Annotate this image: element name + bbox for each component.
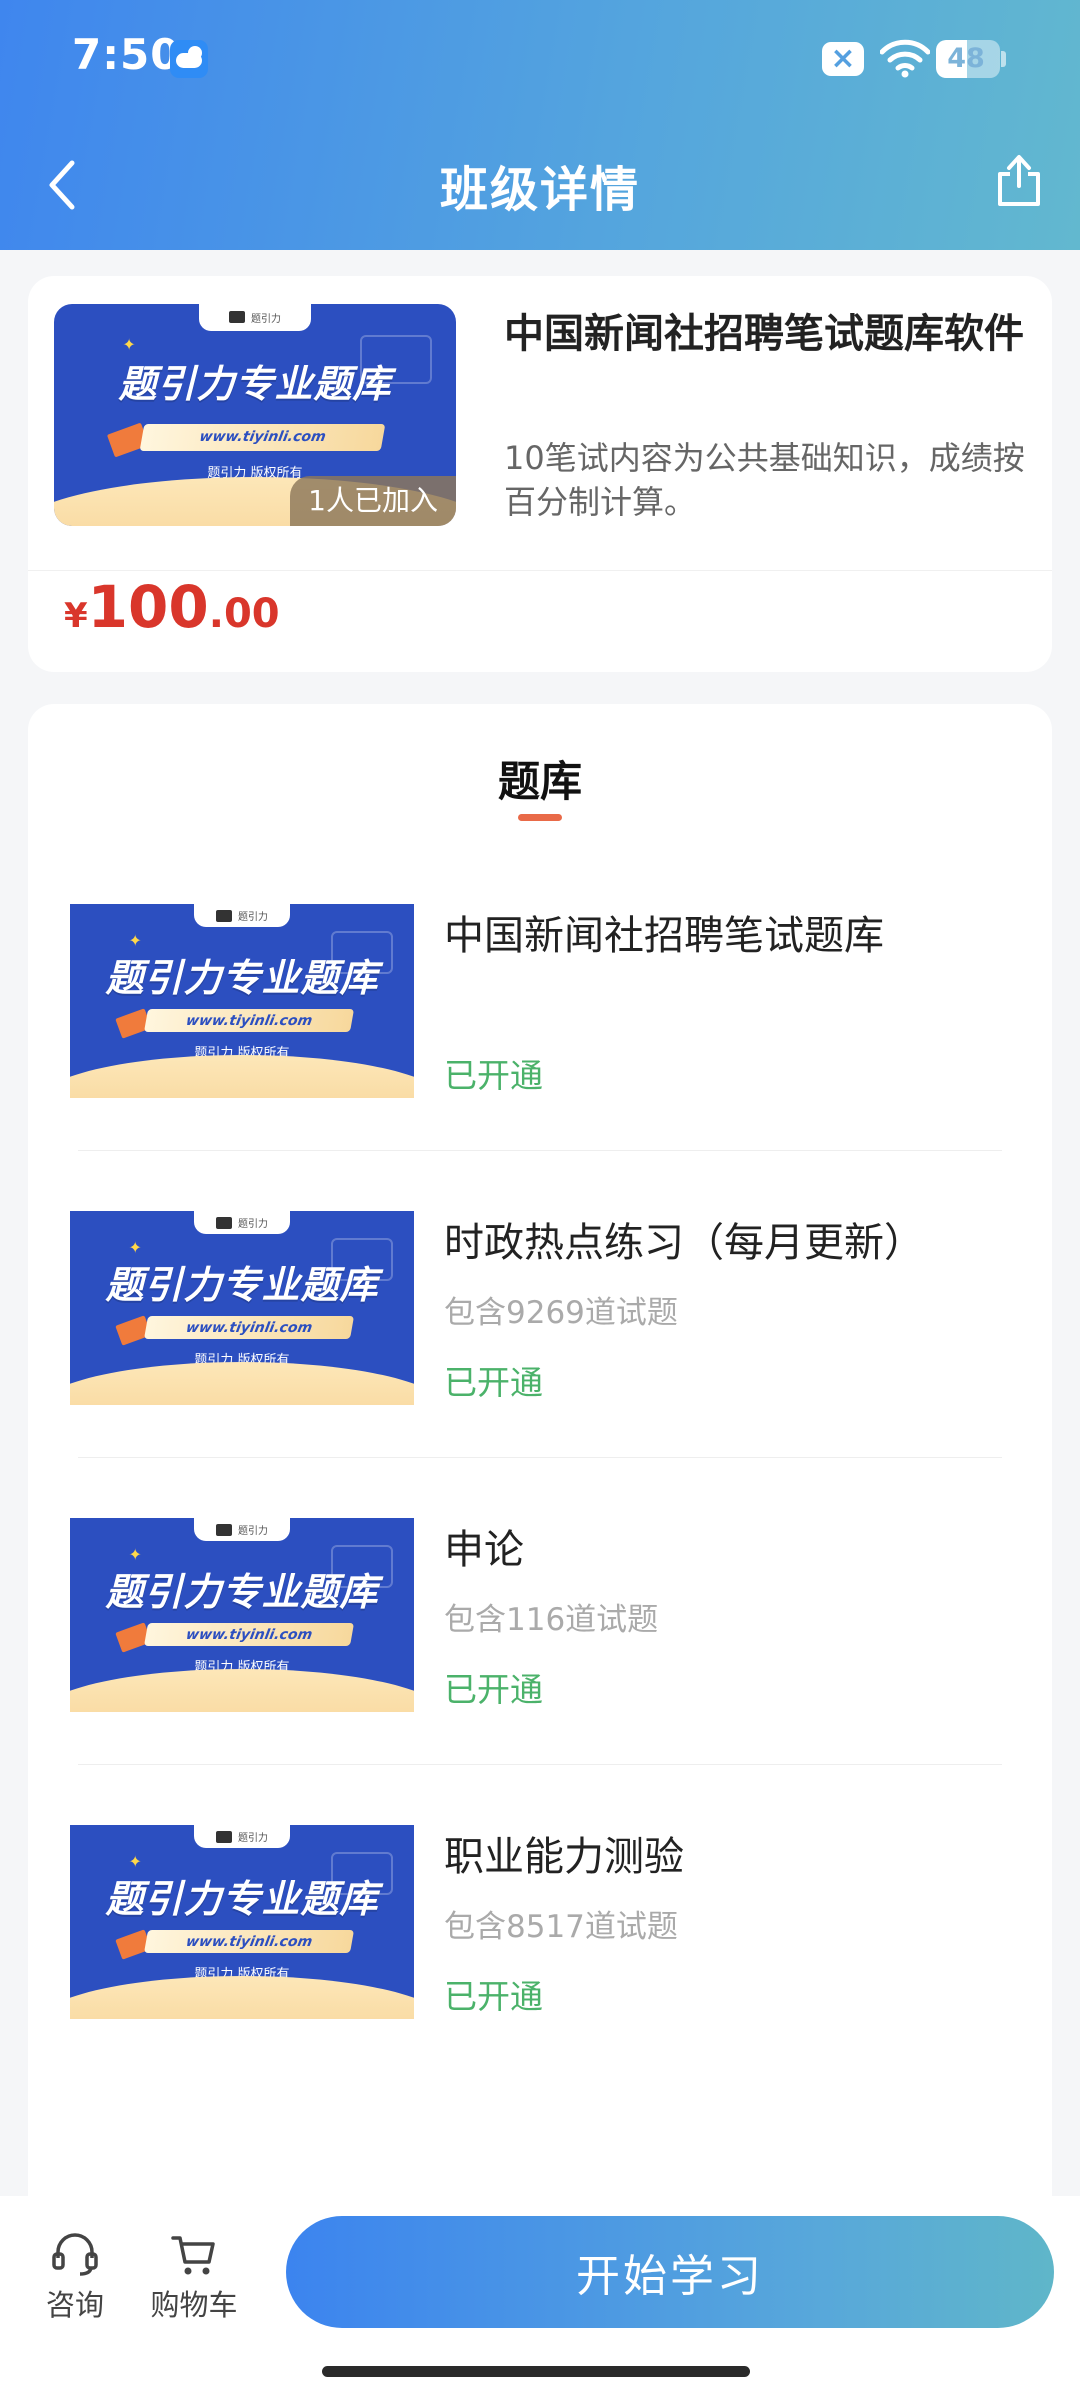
bank-status: 已开通 <box>444 1977 543 2016</box>
bank-name: 申论 <box>444 1527 524 1573</box>
bank-cover-image: 题引力 ✦ 题引力专业题库 www.tiyinli.com 题引力 版权所有 <box>70 904 414 1098</box>
headset-icon <box>52 2233 98 2276</box>
divider <box>78 1764 1002 1765</box>
consult-label: 咨询 <box>45 2288 104 2322</box>
sim-off-icon: × <box>822 42 864 76</box>
thumb-wave <box>70 1055 414 1098</box>
wifi-icon <box>880 39 930 78</box>
course-card: 题引力 ✦ 题引力专业题库 www.tiyinli.com 题引力 版权所有 1… <box>28 276 1052 672</box>
thumbnail-art: 题引力 ✦ 题引力专业题库 www.tiyinli.com 题引力 版权所有 <box>70 1518 414 1712</box>
bank-cover-image: 题引力 ✦ 题引力专业题库 www.tiyinli.com 题引力 版权所有 <box>70 1518 414 1712</box>
course-description: 10笔试内容为公共基础知识，成绩按百分制计算。 <box>504 439 1025 521</box>
weather-icon <box>170 40 208 78</box>
thumb-url: www.tiyinli.com <box>143 1929 355 1954</box>
cart-icon <box>171 2236 215 2275</box>
bank-status: 已开通 <box>444 1056 543 1095</box>
thumb-brand-text: 题引力 <box>237 912 268 924</box>
course-price: ¥100.00 <box>64 578 280 636</box>
brand-logo-icon <box>215 909 232 922</box>
tab-question-bank[interactable]: 题库 <box>28 748 1052 809</box>
joined-count-badge: 1人已加入 <box>290 476 456 526</box>
course-title: 中国新闻社招聘笔试题库软件 <box>504 311 1024 357</box>
thumbnail-art: 题引力 ✦ 题引力专业题库 www.tiyinli.com 题引力 版权所有 <box>70 904 414 1098</box>
thumbnail-art: 题引力 ✦ 题引力专业题库 www.tiyinli.com 题引力 版权所有 <box>70 1825 414 2019</box>
divider <box>78 1150 1002 1151</box>
battery-level: 48 <box>947 43 985 74</box>
tab-active-indicator <box>518 814 562 821</box>
bank-question-count: 包含9269道试题 <box>444 1295 678 1331</box>
header: 7:50 × 48 班级详情 <box>0 0 1080 250</box>
thumb-brand-text: 题引力 <box>250 313 281 325</box>
thumb-brand-tab: 题引力 <box>193 1211 291 1235</box>
brand-logo-icon <box>215 1523 232 1536</box>
bottom-action-bar: 咨询 购物车 开始学习 <box>0 2196 1080 2400</box>
thumb-slogan: 题引力专业题库 <box>105 955 379 1000</box>
thumb-brand-text: 题引力 <box>237 1526 268 1538</box>
question-bank-item[interactable]: 题引力 ✦ 题引力专业题库 www.tiyinli.com 题引力 版权所有 中… <box>28 904 1052 1211</box>
cart-button[interactable]: 购物车 <box>146 2232 242 2324</box>
thumb-url: www.tiyinli.com <box>140 423 386 451</box>
bank-status: 已开通 <box>444 1363 543 1402</box>
thumb-slogan: 题引力专业题库 <box>118 361 392 406</box>
thumb-brand-tab: 题引力 <box>193 904 291 928</box>
bank-name: 职业能力测验 <box>444 1834 684 1880</box>
battery-icon: 48 <box>936 40 1000 78</box>
bank-question-count: 包含116道试题 <box>444 1602 659 1638</box>
page-title: 班级详情 <box>439 162 640 218</box>
cart-label: 购物车 <box>150 2288 238 2322</box>
thumb-url: www.tiyinli.com <box>143 1315 355 1340</box>
consult-button[interactable]: 咨询 <box>42 2232 108 2324</box>
thumb-slogan: 题引力专业题库 <box>105 1262 379 1307</box>
price-currency: ¥ <box>64 596 88 636</box>
thumb-brand-tab: 题引力 <box>193 1518 291 1542</box>
question-bank-item[interactable]: 题引力 ✦ 题引力专业题库 www.tiyinli.com 题引力 版权所有 职… <box>28 1825 1052 2132</box>
brand-logo-icon <box>215 1216 232 1229</box>
question-bank-item[interactable]: 题引力 ✦ 题引力专业题库 www.tiyinli.com 题引力 版权所有 时… <box>28 1211 1052 1518</box>
start-learning-button[interactable]: 开始学习 <box>286 2216 1054 2328</box>
thumb-url: www.tiyinli.com <box>143 1008 355 1033</box>
divider <box>28 570 1052 571</box>
bank-name: 中国新闻社招聘笔试题库 <box>444 913 884 959</box>
brand-logo-icon <box>215 1830 232 1843</box>
status-time: 7:50 <box>72 30 181 79</box>
question-bank-panel: 题库 题引力 ✦ 题引力专业题库 www.tiyinli.com 题引力 版权所… <box>28 704 1052 2244</box>
battery-tip <box>1001 51 1006 67</box>
bank-name: 时政热点练习（每月更新） <box>444 1220 924 1266</box>
thumb-wave <box>70 1976 414 2019</box>
share-icon[interactable] <box>994 152 1044 208</box>
bank-question-count: 包含8517道试题 <box>444 1909 678 1945</box>
thumb-slogan: 题引力专业题库 <box>105 1569 379 1614</box>
price-decimal: .00 <box>208 591 280 637</box>
star-icon: ✦ <box>122 335 136 355</box>
bank-cover-image: 题引力 ✦ 题引力专业题库 www.tiyinli.com 题引力 版权所有 <box>70 1211 414 1405</box>
bank-cover-image: 题引力 ✦ 题引力专业题库 www.tiyinli.com 题引力 版权所有 <box>70 1825 414 2019</box>
thumb-brand-text: 题引力 <box>237 1833 268 1845</box>
thumb-wave <box>70 1362 414 1405</box>
bank-status: 已开通 <box>444 1670 543 1709</box>
thumb-brand-tab: 题引力 <box>198 304 312 331</box>
question-bank-item[interactable]: 题引力 ✦ 题引力专业题库 www.tiyinli.com 题引力 版权所有 申… <box>28 1518 1052 1825</box>
price-integer: 100 <box>87 573 209 641</box>
home-indicator <box>322 2366 750 2377</box>
brand-logo-icon <box>228 311 245 324</box>
thumb-wave <box>70 1669 414 1712</box>
thumb-brand-text: 题引力 <box>237 1219 268 1231</box>
thumbnail-art: 题引力 ✦ 题引力专业题库 www.tiyinli.com 题引力 版权所有 <box>70 1211 414 1405</box>
divider <box>78 1457 1002 1458</box>
thumb-slogan: 题引力专业题库 <box>105 1876 379 1921</box>
course-cover-image: 题引力 ✦ 题引力专业题库 www.tiyinli.com 题引力 版权所有 1… <box>54 304 456 526</box>
thumb-url: www.tiyinli.com <box>143 1622 355 1647</box>
thumb-brand-tab: 题引力 <box>193 1825 291 1849</box>
